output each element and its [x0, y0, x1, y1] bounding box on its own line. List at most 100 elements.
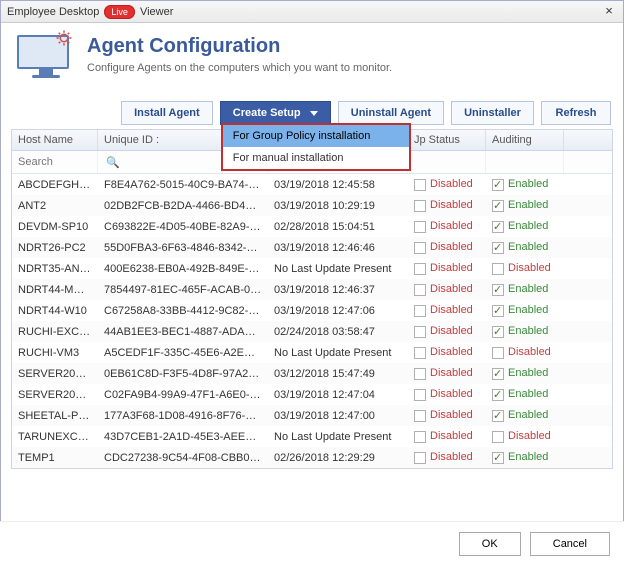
cell-uid: 7854497-81EC-465F-ACAB-08309805... [98, 284, 268, 296]
table-row[interactable]: NDRT26-PC255D0FBA3-6F63-4846-8342-16B40C… [12, 237, 612, 258]
cell-time: No Last Update Present [268, 347, 408, 359]
cell-host: NDRT26-PC2 [12, 242, 98, 254]
cell-uid: 55D0FBA3-6F63-4846-8342-16B40CB... [98, 242, 268, 254]
col-status[interactable]: Jp Status [408, 130, 486, 150]
cell-host: NDRT35-ANANT [12, 263, 98, 275]
checkbox-icon[interactable] [492, 242, 504, 254]
cell-auditing: Enabled [486, 388, 564, 400]
col-hostname[interactable]: Host Name [12, 130, 98, 150]
checkbox-icon[interactable] [414, 263, 426, 275]
live-badge: Live [104, 5, 135, 19]
agents-grid: Host Name Unique ID : Jp Status Auditing… [11, 129, 613, 469]
cell-host: NDRT44-MDW7 [12, 284, 98, 296]
checkbox-icon[interactable] [414, 221, 426, 233]
cell-uid: CDC27238-9C54-4F08-CBB0-763ED18... [98, 452, 268, 464]
uninstall-agent-button[interactable]: Uninstall Agent [338, 101, 444, 125]
col-auditing[interactable]: Auditing [486, 130, 564, 150]
cell-status: Disabled [408, 325, 486, 337]
table-row[interactable]: DEVDM-SP10C693822E-4D05-40BE-82A9-DDFF37… [12, 216, 612, 237]
checkbox-icon[interactable] [492, 347, 504, 359]
checkbox-icon[interactable] [492, 284, 504, 296]
checkbox-icon[interactable] [492, 305, 504, 317]
create-setup-button[interactable]: Create Setup For Group Policy installati… [220, 101, 331, 125]
checkbox-icon[interactable] [414, 200, 426, 212]
cell-auditing: Enabled [486, 199, 564, 211]
table-row[interactable]: TARUNEXCH1643D7CEB1-2A1D-45E3-AEE6-2D65B… [12, 426, 612, 447]
table-row[interactable]: TEMP1CDC27238-9C54-4F08-CBB0-763ED18...0… [12, 447, 612, 468]
cell-status: Disabled [408, 388, 486, 400]
cell-status: Disabled [408, 241, 486, 253]
install-agent-button[interactable]: Install Agent [121, 101, 213, 125]
cell-time: 02/24/2018 03:58:47 [268, 326, 408, 338]
cell-uid: C67258A8-33BB-4412-9C82-8C81930F... [98, 305, 268, 317]
checkbox-icon[interactable] [492, 263, 504, 275]
app-suffix: Viewer [140, 6, 173, 18]
create-setup-dropdown: For Group Policy installation For manual… [221, 123, 411, 171]
table-row[interactable]: ABCDEFGHIJKF8E4A762-5015-40C9-BA74-3287B… [12, 174, 612, 195]
table-row[interactable]: NDRT44-MDW77854497-81EC-465F-ACAB-083098… [12, 279, 612, 300]
cell-time: 03/19/2018 10:29:19 [268, 200, 408, 212]
cell-time: No Last Update Present [268, 263, 408, 275]
create-setup-label: Create Setup [233, 107, 301, 119]
cell-host: TEMP1 [12, 452, 98, 464]
cell-host: NDRT44-W10 [12, 305, 98, 317]
checkbox-icon[interactable] [492, 326, 504, 338]
cell-auditing: Enabled [486, 241, 564, 253]
cell-status: Disabled [408, 220, 486, 232]
cell-status: Disabled [408, 346, 486, 358]
table-row[interactable]: NDRT35-ANANT400E6238-EB0A-492B-849E-4511… [12, 258, 612, 279]
checkbox-icon[interactable] [492, 452, 504, 464]
cell-uid: C02FA9B4-99A9-47F1-A6E0-EC985DA... [98, 389, 268, 401]
cell-host: SERVER2016-R2 [12, 389, 98, 401]
checkbox-icon[interactable] [492, 200, 504, 212]
close-icon[interactable]: × [601, 4, 617, 20]
table-row[interactable]: SHEETAL-PC2177A3F68-1D08-4916-8F76-31F7F… [12, 405, 612, 426]
grid-body: ABCDEFGHIJKF8E4A762-5015-40C9-BA74-3287B… [12, 174, 612, 469]
cell-status: Disabled [408, 283, 486, 295]
table-row[interactable]: RUCHI-VM3A5CEDF1F-335C-45E6-A2EB-76127E3… [12, 342, 612, 363]
checkbox-icon[interactable] [492, 410, 504, 422]
cell-host: ABCDEFGHIJK [12, 179, 98, 191]
checkbox-icon[interactable] [492, 221, 504, 233]
search-input[interactable] [18, 156, 91, 168]
checkbox-icon[interactable] [414, 389, 426, 401]
cell-uid: A5CEDF1F-335C-45E6-A2EB-76127E3... [98, 347, 268, 359]
uninstaller-button[interactable]: Uninstaller [451, 101, 534, 125]
titlebar: Employee Desktop Live Viewer × [1, 1, 623, 23]
refresh-button[interactable]: Refresh [541, 101, 611, 125]
cell-auditing: Enabled [486, 451, 564, 463]
checkbox-icon[interactable] [414, 347, 426, 359]
checkbox-icon[interactable] [414, 284, 426, 296]
cell-time: 03/12/2018 15:47:49 [268, 368, 408, 380]
search-icon[interactable]: 🔍 [106, 156, 120, 169]
ok-button[interactable]: OK [459, 532, 521, 556]
table-row[interactable]: RUCHI-EXCH1644AB1EE3-BEC1-4887-ADAC-A391… [12, 321, 612, 342]
checkbox-icon[interactable] [492, 368, 504, 380]
checkbox-icon[interactable] [414, 242, 426, 254]
checkbox-icon[interactable] [414, 368, 426, 380]
cell-uid: 177A3F68-1D08-4916-8F76-31F7FEBA... [98, 410, 268, 422]
checkbox-icon[interactable] [492, 389, 504, 401]
dropdown-manual-install[interactable]: For manual installation [223, 147, 409, 169]
checkbox-icon[interactable] [492, 179, 504, 191]
cell-host: RUCHI-EXCH16 [12, 326, 98, 338]
cell-time: No Last Update Present [268, 431, 408, 443]
table-row[interactable]: ANT202DB2FCB-B2DA-4466-BD4A-4CF586...03/… [12, 195, 612, 216]
cell-status: Disabled [408, 367, 486, 379]
checkbox-icon[interactable] [414, 452, 426, 464]
checkbox-icon[interactable] [414, 305, 426, 317]
cancel-button[interactable]: Cancel [530, 532, 610, 556]
checkbox-icon[interactable] [414, 179, 426, 191]
checkbox-icon[interactable] [492, 431, 504, 443]
table-row[interactable]: WINDOWS7-PCD07D2766-C533-4A3D-8295-09172… [12, 468, 612, 469]
table-row[interactable]: NDRT44-W10C67258A8-33BB-4412-9C82-8C8193… [12, 300, 612, 321]
monitor-icon [17, 35, 75, 85]
checkbox-icon[interactable] [414, 410, 426, 422]
checkbox-icon[interactable] [414, 326, 426, 338]
cell-time: 02/26/2018 12:29:29 [268, 452, 408, 464]
table-row[interactable]: SERVER2016-R2C02FA9B4-99A9-47F1-A6E0-EC9… [12, 384, 612, 405]
dropdown-group-policy[interactable]: For Group Policy installation [223, 125, 409, 147]
cell-status: Disabled [408, 178, 486, 190]
table-row[interactable]: SERVER2016-R20EB61C8D-F3F5-4D8F-97A2-9A3… [12, 363, 612, 384]
checkbox-icon[interactable] [414, 431, 426, 443]
